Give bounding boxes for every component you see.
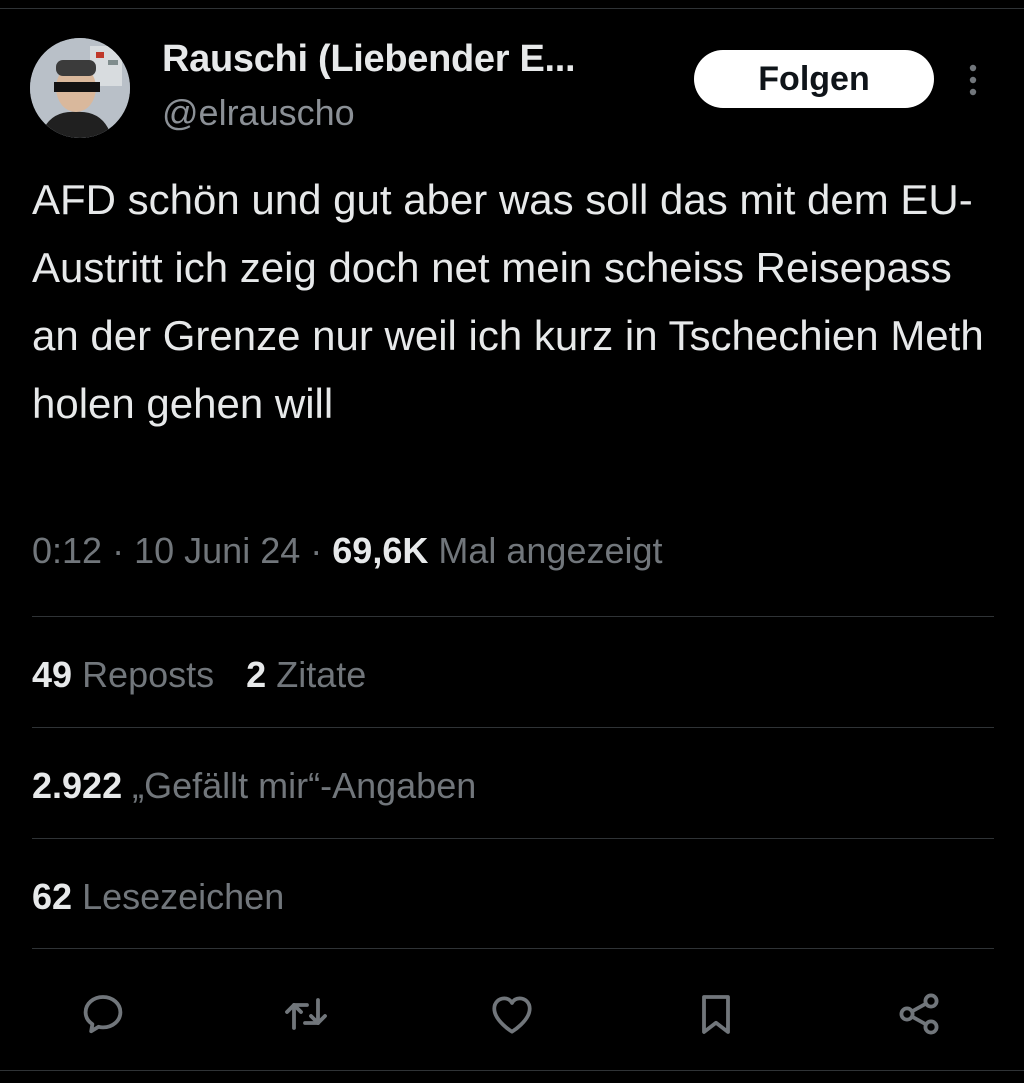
likes-stat[interactable]: 2.922 „Gefällt mir“-Angaben: [32, 765, 476, 806]
reply-button[interactable]: [75, 986, 131, 1042]
views-label: Mal angezeigt: [438, 530, 663, 571]
bookmark-icon: [702, 995, 730, 1034]
repost-button[interactable]: [278, 986, 334, 1042]
bookmarks-stat-row: 62 Lesezeichen: [32, 876, 284, 918]
divider: [32, 948, 994, 949]
bookmarks-stat[interactable]: 62 Lesezeichen: [32, 876, 284, 917]
likes-stat-row: 2.922 „Gefällt mir“-Angaben: [32, 765, 476, 807]
like-button[interactable]: [484, 986, 540, 1042]
tweet-date[interactable]: 10 Juni 24: [134, 530, 300, 571]
reposts-stat[interactable]: 49 Reposts: [32, 654, 214, 695]
tweet-meta: 0:12 · 10 Juni 24 · 69,6K Mal angezeigt: [32, 530, 663, 572]
avatar[interactable]: [30, 38, 130, 138]
quotes-label: Zitate: [276, 654, 367, 695]
divider: [32, 838, 994, 839]
views-count: 69,6K: [332, 530, 429, 571]
quotes-stat[interactable]: 2 Zitate: [246, 654, 366, 695]
reposts-label: Reposts: [82, 654, 215, 695]
bookmarks-count: 62: [32, 876, 73, 917]
bookmarks-label: Lesezeichen: [82, 876, 285, 917]
top-divider: [0, 8, 1024, 9]
share-icon: [899, 993, 939, 1035]
likes-label: „Gefällt mir“-Angaben: [132, 765, 477, 806]
author-display-name[interactable]: Rauschi (Liebender E...: [162, 38, 576, 81]
reply-icon: [83, 995, 123, 1034]
repost-quote-stats: 49 Reposts 2 Zitate: [32, 654, 366, 696]
reposts-count: 49: [32, 654, 73, 695]
like-icon: [492, 996, 532, 1034]
bottom-divider: [0, 1070, 1024, 1071]
share-button[interactable]: [891, 986, 947, 1042]
tweet-text: AFD schön und gut aber was soll das mit …: [32, 176, 984, 427]
more-vertical-icon[interactable]: [958, 60, 988, 100]
quotes-count: 2: [246, 654, 267, 695]
tweet-time[interactable]: 0:12: [32, 530, 102, 571]
divider: [32, 616, 994, 617]
meta-separator: ·: [310, 530, 323, 571]
follow-button[interactable]: Folgen: [694, 50, 934, 108]
repost-icon: [285, 998, 327, 1030]
meta-separator: ·: [112, 530, 125, 571]
likes-count: 2.922: [32, 765, 123, 806]
author-handle[interactable]: @elrauscho: [162, 92, 355, 134]
divider: [32, 727, 994, 728]
bookmark-button[interactable]: [688, 986, 744, 1042]
